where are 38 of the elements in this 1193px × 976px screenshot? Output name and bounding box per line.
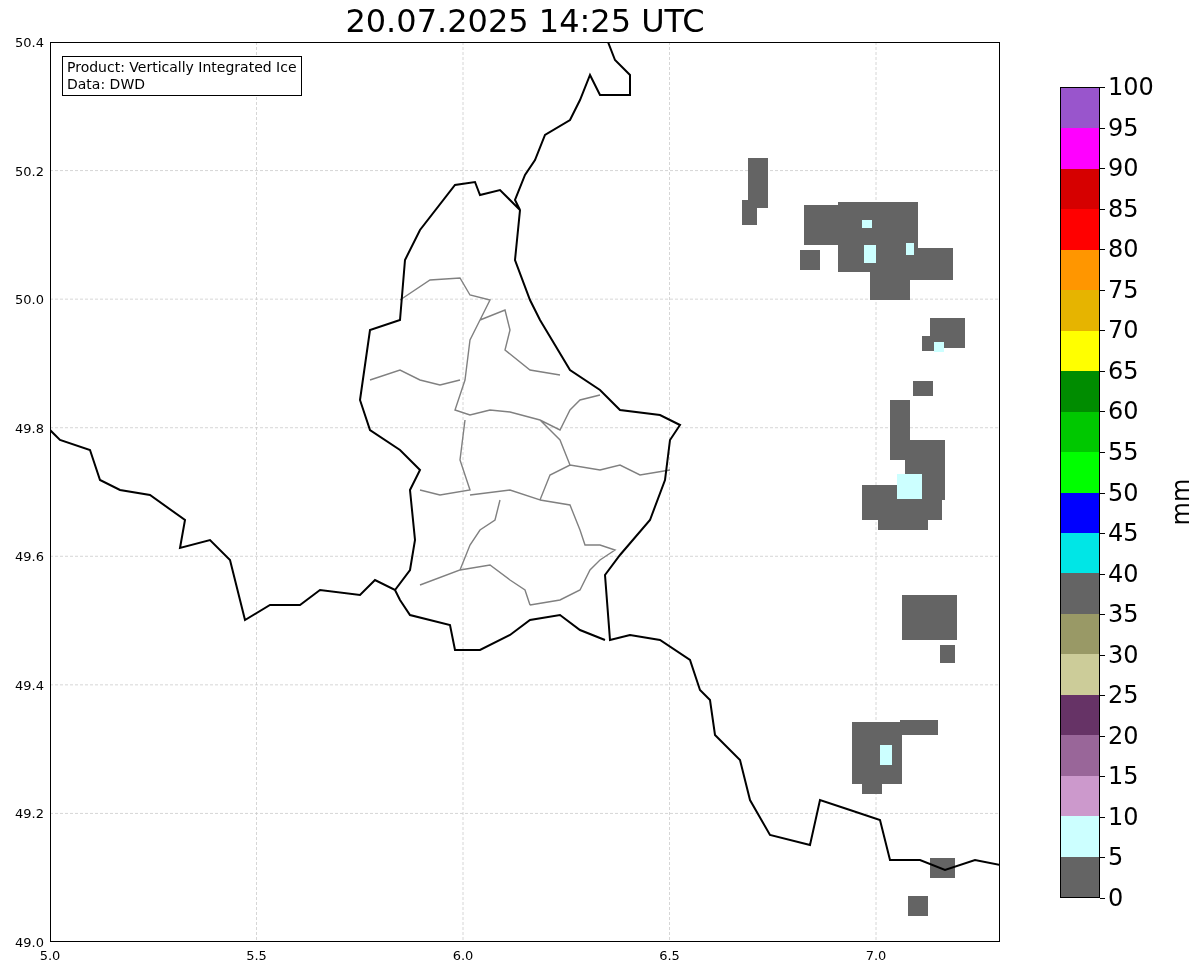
colorbar-tick-label: 10 [1108, 803, 1139, 830]
y-axis-label: 50.4 [15, 34, 44, 50]
colorbar-unit-label: mm [1167, 478, 1193, 526]
chart-title: 20.07.2025 14:25 UTC [345, 1, 705, 42]
x-axis-label: 5.0 [39, 948, 61, 963]
x-axis-label: 6.5 [659, 948, 680, 963]
colorbar-tick-label: 55 [1108, 438, 1139, 465]
colorbar-tick-label: 85 [1108, 195, 1139, 222]
y-axis-label: 49.2 [15, 805, 44, 821]
colorbar-tick-label: 35 [1108, 601, 1139, 628]
colorbar-tick-label: 90 [1108, 155, 1139, 182]
y-axis-label: 50.0 [15, 291, 44, 307]
x-axis-label: 6.0 [452, 948, 474, 963]
colorbar-tick-label: 65 [1108, 357, 1139, 384]
colorbar-tick-label: 75 [1108, 276, 1139, 303]
legend-text: Data: DWD [67, 76, 146, 93]
colorbar-tick-label: 20 [1108, 722, 1139, 749]
colorbar-tick-label: 30 [1108, 641, 1139, 668]
colorbar-tick-label: 40 [1108, 560, 1139, 587]
x-axis-label: 5.5 [246, 948, 267, 963]
colorbar-tick-label: 100 [1108, 74, 1154, 100]
colorbar-tick-label: 45 [1108, 520, 1139, 547]
x-axis-label: 7.0 [865, 948, 887, 963]
colorbar-tick-label: 50 [1108, 479, 1139, 506]
colorbar-tick-label: 15 [1108, 763, 1139, 790]
colorbar-tick-label: 70 [1108, 317, 1139, 344]
y-axis-label: 49.8 [15, 420, 44, 436]
colorbar-tick-label: 25 [1108, 682, 1139, 709]
colorbar-tick-label: 5 [1108, 844, 1124, 871]
colorbar-tick-label: 95 [1108, 114, 1139, 141]
y-axis-label: 49.6 [15, 548, 44, 564]
colorbar-tick-label: 80 [1108, 236, 1139, 263]
y-axis-label: 50.2 [15, 163, 44, 179]
colorbar-tick-label: 0 [1108, 885, 1124, 911]
legend-text: Product: Vertically Integrated Ice [67, 59, 297, 76]
y-axis-label: 49.0 [15, 934, 44, 950]
y-axis-label: 49.4 [15, 677, 44, 693]
colorbar-tick-label: 60 [1108, 398, 1139, 425]
